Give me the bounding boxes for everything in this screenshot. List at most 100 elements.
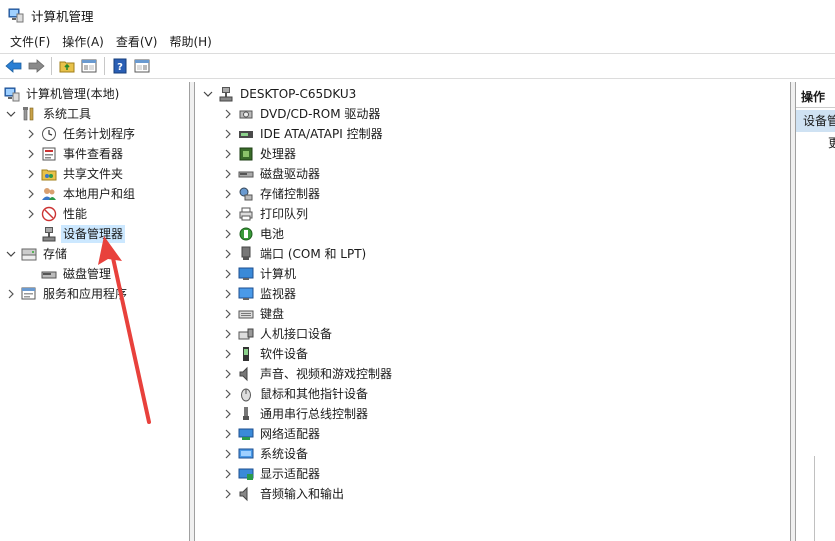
usb-icon (238, 406, 254, 422)
device-category-label: 存储控制器 (260, 187, 321, 201)
tree-item-local-users[interactable]: 本地用户和组 (24, 184, 137, 204)
tree-item-services-apps[interactable]: 服务和应用程序 (4, 284, 129, 304)
chevron-right-icon[interactable] (221, 207, 235, 221)
chevron-down-icon[interactable] (4, 107, 18, 121)
chevron-right-icon[interactable] (221, 247, 235, 261)
chevron-right-icon[interactable] (4, 287, 18, 301)
device-category-row[interactable]: 软件设备 (221, 344, 310, 364)
device-category-row[interactable]: IDE ATA/ATAPI 控制器 (221, 124, 385, 144)
help-button[interactable]: ? (109, 56, 131, 77)
menu-file[interactable]: 文件(F) (4, 32, 56, 52)
forward-button[interactable] (25, 56, 47, 77)
device-category-row[interactable]: 键盘 (221, 304, 286, 324)
tree-item-task-scheduler[interactable]: 任务计划程序 (24, 124, 137, 144)
chevron-right-icon[interactable] (24, 147, 38, 161)
show-hide-tree-button[interactable] (78, 56, 100, 77)
device-category-row[interactable]: 监视器 (221, 284, 298, 304)
device-category-row[interactable]: 声音、视频和游戏控制器 (221, 364, 394, 384)
software-device-icon (238, 346, 254, 362)
battery-icon (238, 226, 254, 242)
window-title: 计算机管理 (31, 8, 94, 24)
device-category-row[interactable]: 计算机 (221, 264, 298, 284)
device-category-row[interactable]: 磁盘驱动器 (221, 164, 322, 184)
device-category-label: 监视器 (260, 287, 297, 301)
device-tree-root[interactable]: DESKTOP-C65DKU3 (201, 84, 358, 104)
disk-icon (41, 266, 57, 282)
chevron-right-icon[interactable] (221, 387, 235, 401)
device-category-row[interactable]: 处理器 (221, 144, 298, 164)
up-folder-button[interactable] (56, 56, 78, 77)
chevron-right-icon[interactable] (221, 307, 235, 321)
storage-icon (21, 246, 37, 262)
device-category-row[interactable]: 人机接口设备 (221, 324, 334, 344)
chevron-right-icon[interactable] (221, 407, 235, 421)
menu-help[interactable]: 帮助(H) (163, 32, 217, 52)
chevron-right-icon[interactable] (24, 167, 38, 181)
back-button[interactable] (3, 56, 25, 77)
chevron-right-icon[interactable] (221, 287, 235, 301)
chevron-right-icon[interactable] (24, 187, 38, 201)
chevron-right-icon[interactable] (221, 107, 235, 121)
monitor-icon (238, 286, 254, 302)
chevron-down-icon[interactable] (4, 247, 18, 261)
chevron-right-icon[interactable] (221, 327, 235, 341)
device-category-row[interactable]: DVD/CD-ROM 驱动器 (221, 104, 382, 124)
device-category-label: 键盘 (260, 307, 285, 321)
device-category-label: 软件设备 (260, 347, 309, 361)
forward-icon (28, 59, 45, 73)
actions-more-link[interactable]: 更 (828, 134, 835, 152)
storage-controller-icon (238, 186, 254, 202)
tree-item-event-viewer[interactable]: 事件查看器 (24, 144, 125, 164)
tree-item-label: 设备管理器 (61, 225, 126, 243)
device-category-row[interactable]: 端口 (COM 和 LPT) (221, 244, 368, 264)
tree-item-storage[interactable]: 存储 (4, 244, 69, 264)
device-category-row[interactable]: 电池 (221, 224, 286, 244)
chevron-right-icon[interactable] (221, 147, 235, 161)
device-category-row[interactable]: 系统设备 (221, 444, 310, 464)
chevron-right-icon[interactable] (221, 447, 235, 461)
computer-management-icon (4, 86, 20, 102)
device-category-row[interactable]: 音频输入和输出 (221, 484, 346, 504)
speaker-icon (238, 366, 254, 382)
show-hide-tree-icon (81, 59, 97, 73)
chevron-right-icon[interactable] (221, 187, 235, 201)
tree-item-root[interactable]: 计算机管理(本地) (4, 84, 121, 104)
menu-action[interactable]: 操作(A) (56, 32, 110, 52)
tree-item-system-tools[interactable]: 系统工具 (4, 104, 93, 124)
device-category-row[interactable]: 打印队列 (221, 204, 310, 224)
device-category-row[interactable]: 鼠标和其他指针设备 (221, 384, 370, 404)
ide-controller-icon (238, 126, 254, 142)
chevron-right-icon[interactable] (221, 267, 235, 281)
chevron-right-icon[interactable] (221, 487, 235, 501)
chevron-right-icon[interactable] (221, 227, 235, 241)
menu-bar: 文件(F) 操作(A) 查看(V) 帮助(H) (0, 30, 835, 53)
dvd-drive-icon (238, 106, 254, 122)
chevron-right-icon[interactable] (24, 127, 38, 141)
chevron-right-icon[interactable] (221, 427, 235, 441)
device-category-row[interactable]: 通用串行总线控制器 (221, 404, 370, 424)
console-tree-pane: 计算机管理(本地) 系统工具 任务计划程序 事件查看器 共享文件夹 本地用户和组… (0, 82, 190, 541)
chevron-right-icon[interactable] (221, 127, 235, 141)
device-category-row[interactable]: 显示适配器 (221, 464, 322, 484)
device-category-label: 网络适配器 (260, 427, 321, 441)
menu-view[interactable]: 查看(V) (110, 32, 164, 52)
shared-folder-icon (41, 166, 57, 182)
chevron-right-icon[interactable] (24, 207, 38, 221)
device-category-label: 端口 (COM 和 LPT) (260, 247, 367, 261)
tree-item-performance[interactable]: 性能 (24, 204, 89, 224)
chevron-right-icon[interactable] (221, 367, 235, 381)
chevron-right-icon[interactable] (221, 347, 235, 361)
tree-item-shared-folders[interactable]: 共享文件夹 (24, 164, 125, 184)
chevron-down-icon[interactable] (201, 87, 215, 101)
actions-section-device-manager[interactable]: 设备管理器 (796, 110, 835, 132)
processor-icon (238, 146, 254, 162)
chevron-right-icon[interactable] (221, 467, 235, 481)
device-category-row[interactable]: 存储控制器 (221, 184, 322, 204)
services-icon (21, 286, 37, 302)
tree-item-label: 事件查看器 (63, 147, 124, 161)
properties-button[interactable] (131, 56, 153, 77)
device-category-row[interactable]: 网络适配器 (221, 424, 322, 444)
tree-item-disk-management[interactable]: 磁盘管理 (41, 264, 113, 284)
chevron-right-icon[interactable] (221, 167, 235, 181)
tree-item-device-manager[interactable]: 设备管理器 (41, 224, 126, 244)
